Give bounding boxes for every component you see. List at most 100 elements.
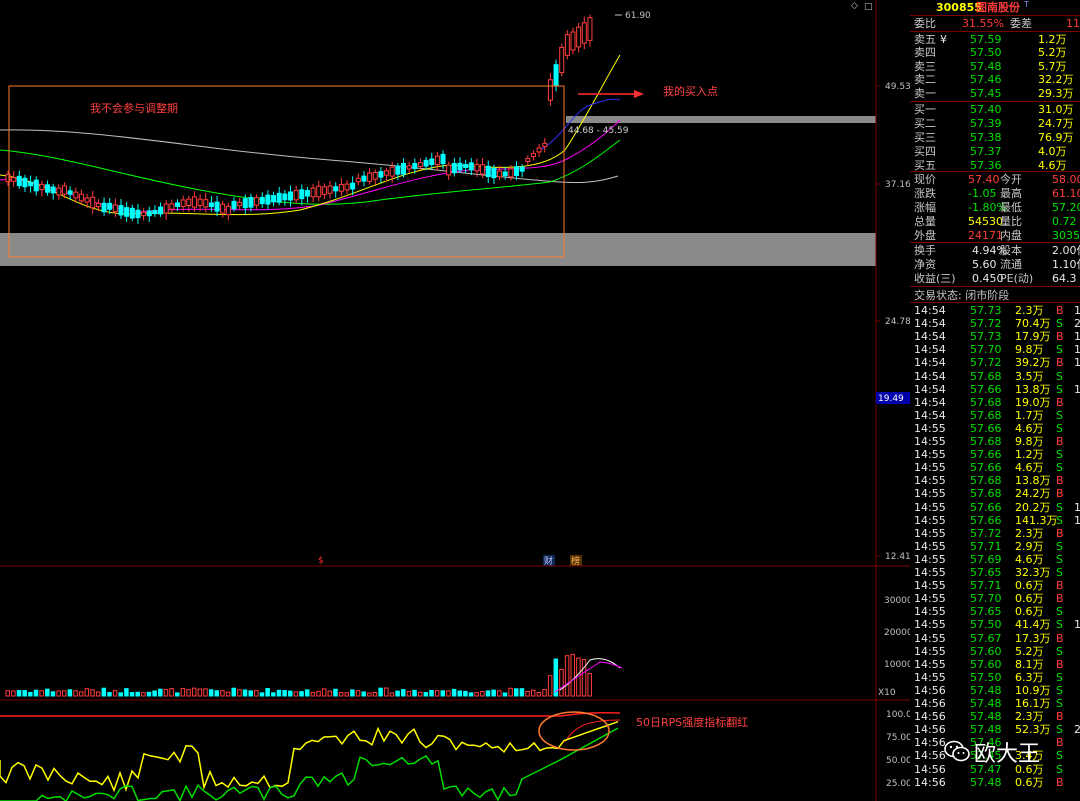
tick-row[interactable]: 14:55 57.60 8.1万 B	[910, 658, 1080, 671]
tick-time: 14:56	[914, 683, 946, 697]
stat-row[interactable]: 总量 54530 量比 0.72	[910, 215, 1080, 228]
tick-row[interactable]: 14:55 57.50 6.3万 S	[910, 671, 1080, 684]
bid-price: 57.38	[970, 131, 1002, 144]
diamond-icon[interactable]: ◇	[851, 1, 858, 11]
stat-row[interactable]: 外盘 24171内盘 30359	[910, 229, 1080, 242]
tick-price: 57.50	[970, 618, 1002, 632]
kline-chart-area[interactable]: 我不会参与调整期 我的买入点 61.90 44.68 - 45.59 49.53…	[0, 0, 910, 801]
tick-direction: S	[1056, 697, 1063, 710]
ask-label: 卖二	[914, 73, 936, 87]
tick-row[interactable]: 14:55 57.66 4.6万 S	[910, 422, 1080, 435]
tick-direction: S	[1056, 513, 1063, 527]
tick-row[interactable]: 14:55 57.69 4.6万 S	[910, 553, 1080, 566]
candle-body	[45, 184, 51, 193]
volume-bar	[525, 691, 530, 697]
bid-row[interactable]: 买四 57.37 4.0万	[910, 145, 1080, 158]
stat-row[interactable]: 涨幅-1.80%最低57.20	[910, 201, 1080, 214]
stat2-row[interactable]: 换手4.94%股本2.00亿	[910, 244, 1080, 257]
tick-price: 57.72	[970, 526, 1002, 540]
tick-row[interactable]: 14:55 57.50 41.4万 S 1	[910, 618, 1080, 631]
tick-price: 57.48	[970, 710, 1002, 724]
candle-body	[135, 209, 141, 219]
tick-volume: 16.1万	[1015, 697, 1051, 710]
window-max-icon[interactable]: □	[864, 2, 873, 12]
stat-row[interactable]: 现价 57.40今开 58.00	[910, 173, 1080, 186]
tick-row[interactable]: 14:55 57.65 0.6万 S	[910, 605, 1080, 618]
bid-row[interactable]: 买一 57.40 31.0万	[910, 103, 1080, 116]
tick-row[interactable]: 14:55 57.68 9.8万 B	[910, 435, 1080, 448]
tick-row[interactable]: 14:55 57.70 0.6万 B	[910, 592, 1080, 605]
tick-row[interactable]: 14:54 57.70 9.8万 S 10	[910, 343, 1080, 356]
price-tick-label: 12.41	[885, 552, 910, 562]
tick-volume: 19.0万	[1015, 395, 1051, 409]
candle-body	[237, 201, 243, 207]
tick-price: 57.50	[970, 670, 1002, 684]
tick-price: 57.68	[970, 474, 1002, 488]
watermark-text: 欧大王	[974, 742, 1041, 767]
volume-bar	[497, 690, 502, 697]
candle-body	[525, 157, 531, 163]
tick-row[interactable]: 14:54 57.73 17.9万 B 1	[910, 330, 1080, 343]
candle-body	[90, 196, 96, 209]
candle-body	[485, 165, 491, 178]
tick-time: 14:56	[914, 775, 946, 789]
stat2-row[interactable]: 收益(三) 0.450 PE(动) 64.3	[910, 272, 1080, 285]
ask-row[interactable]: 卖一 57.45 29.3万	[910, 87, 1080, 100]
bid-row[interactable]: 买三 57.38 76.9万	[910, 131, 1080, 144]
ask-row[interactable]: 卖二 57.46 32.2万	[910, 73, 1080, 86]
tick-row[interactable]: 14:56 57.48 0.6万 B	[910, 776, 1080, 789]
tick-row[interactable]: 14:55 57.68 13.8万 B	[910, 474, 1080, 487]
kline-chart[interactable]: 我不会参与调整期 我的买入点 61.90 44.68 - 45.59 49.53…	[0, 0, 910, 801]
bid-label: 买二	[914, 117, 936, 130]
candle-body	[158, 206, 164, 215]
tick-row[interactable]: 14:56 57.48 10.9万 S	[910, 684, 1080, 697]
tick-row[interactable]: 14:54 57.72 39.2万 B 1	[910, 356, 1080, 369]
tick-row[interactable]: 14:54 57.73 2.3万 B 1	[910, 304, 1080, 317]
tick-row[interactable]: 14:54 57.68 3.5万 S	[910, 370, 1080, 383]
tick-row[interactable]: 14:55 57.60 5.2万 S	[910, 645, 1080, 658]
tick-row[interactable]: 14:56 57.48 2.3万 B	[910, 710, 1080, 723]
tick-row[interactable]: 14:55 57.72 2.3万 B	[910, 527, 1080, 540]
tick-row[interactable]: 14:54 57.68 1.7万 S	[910, 409, 1080, 422]
event-marker-cai[interactable]: 财	[544, 555, 553, 567]
tick-row[interactable]: 14:54 57.66 13.8万 S 1	[910, 383, 1080, 396]
tick-row[interactable]: 14:55 57.66 4.6万 S	[910, 461, 1080, 474]
bid-row[interactable]: 买二 57.39 24.7万	[910, 117, 1080, 130]
buy-arrow-head	[634, 90, 644, 98]
tick-row[interactable]: 14:56 57.48 16.1万 S	[910, 697, 1080, 710]
tick-volume: 17.9万	[1015, 330, 1051, 344]
tick-row[interactable]: 14:54 57.68 19.0万 B	[910, 396, 1080, 409]
tick-count: 1	[1074, 382, 1080, 396]
event-marker-dollar[interactable]: $	[318, 556, 324, 566]
volume-bar	[62, 690, 67, 697]
tick-row[interactable]: 14:55 57.65 32.3万 S	[910, 566, 1080, 579]
ask-row[interactable]: 卖四 57.50 5.2万	[910, 46, 1080, 59]
candle-body	[530, 152, 536, 158]
volume-bar	[299, 691, 304, 697]
ask-row[interactable]: 卖三 57.48 5.7万	[910, 60, 1080, 73]
volume-bar	[333, 688, 338, 697]
tick-row[interactable]: 14:55 57.66 20.2万 S 1	[910, 501, 1080, 514]
stat-value: 57.20	[1052, 201, 1080, 214]
tick-row[interactable]: 14:55 57.66 141.3万 S 1	[910, 514, 1080, 527]
volume-bar	[480, 690, 485, 697]
tick-row[interactable]: 14:55 57.66 1.2万 S	[910, 448, 1080, 461]
event-marker-bang[interactable]: 榜	[571, 555, 580, 567]
tick-volume: 39.2万	[1015, 356, 1051, 370]
tick-volume: 0.6万	[1015, 592, 1044, 606]
stat2-row[interactable]: 净资 5.60流通 1.10亿	[910, 258, 1080, 271]
tick-row[interactable]: 14:55 57.71 0.6万 B	[910, 579, 1080, 592]
tick-row[interactable]: 14:55 57.68 24.2万 B	[910, 487, 1080, 500]
tick-row[interactable]: 14:55 57.71 2.9万 S	[910, 540, 1080, 553]
stock-name[interactable]: 图南股份	[976, 1, 1020, 14]
volume-bar	[225, 691, 231, 697]
candle-body	[508, 168, 514, 178]
tick-time: 14:54	[914, 304, 946, 317]
candle-body	[401, 163, 406, 175]
volume-bar	[186, 689, 191, 697]
support-band	[0, 233, 876, 266]
tick-row[interactable]: 14:55 57.67 17.3万 B	[910, 632, 1080, 645]
tick-row[interactable]: 14:54 57.72 70.4万 S 25	[910, 317, 1080, 330]
ask-row[interactable]: 卖五 ¥57.59 1.2万	[910, 33, 1080, 46]
stat-row[interactable]: 涨跌 -1.05最高 61.10	[910, 187, 1080, 200]
